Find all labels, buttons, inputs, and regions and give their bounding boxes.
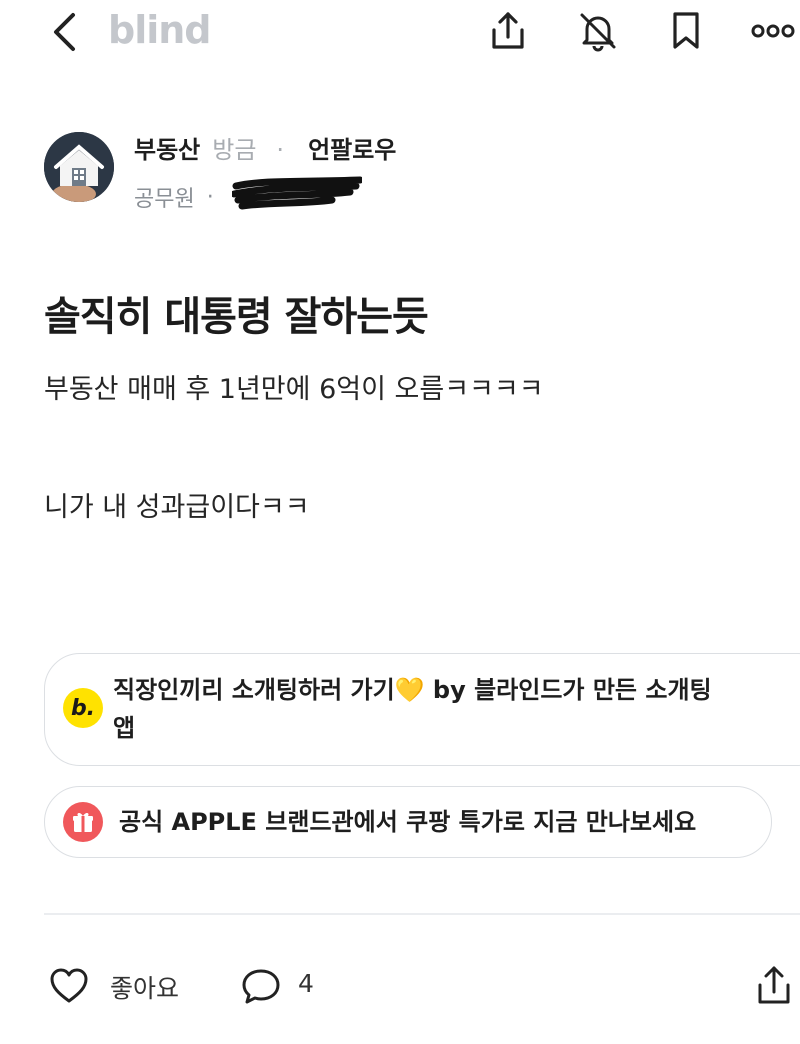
house-icon	[44, 132, 114, 202]
share-button-bottom[interactable]	[754, 964, 794, 1012]
comment-count: 4	[298, 969, 314, 998]
share-icon	[492, 12, 524, 49]
redacted-nickname	[230, 176, 364, 218]
promo-card-dating[interactable]: b. 직장인끼리 소개팅하러 가기💛 by 블라인드가 만든 소개팅앱	[44, 653, 800, 766]
bookmark-button[interactable]	[663, 8, 709, 54]
back-button[interactable]	[44, 10, 84, 54]
blind-dating-app-icon: b.	[63, 688, 103, 728]
promo-text: 공식 APPLE 브랜드관에서 쿠팡 특가로 지금 만나보세요	[119, 808, 697, 836]
avatar[interactable]	[44, 132, 114, 202]
unfollow-button[interactable]: 언팔로우	[308, 136, 396, 164]
back-arrow-icon	[54, 13, 75, 51]
like-label[interactable]: 좋아요	[110, 969, 179, 1005]
separator-dot: ·	[276, 136, 285, 164]
company-line: 공무원 ·	[134, 176, 364, 218]
more-button[interactable]	[750, 8, 796, 54]
divider	[44, 913, 800, 915]
author-info: 부동산 방금 · 언팔로우 공무원 ·	[44, 128, 764, 212]
author-line: 부동산 방금 · 언팔로우	[134, 130, 396, 165]
comment-button[interactable]	[240, 966, 282, 1010]
comment-icon	[242, 969, 280, 1004]
post-title: 솔직히 대통령 잘하는듯	[44, 294, 429, 340]
share-button[interactable]	[485, 8, 531, 54]
post-time: 방금	[212, 136, 257, 164]
post-body-line: 부동산 매매 후 1년만에 6억이 오름ㅋㅋㅋㅋ	[44, 374, 544, 405]
bell-off-icon	[580, 13, 616, 52]
more-icon	[751, 24, 795, 38]
heart-icon	[50, 968, 88, 1003]
app-logo: blind	[108, 8, 212, 52]
share-icon	[758, 966, 790, 1004]
separator-dot: ·	[206, 184, 214, 210]
top-bar: blind	[0, 0, 800, 64]
gift-icon	[63, 802, 103, 842]
like-button[interactable]	[48, 966, 90, 1010]
notification-toggle[interactable]	[575, 8, 621, 54]
company-name: 공무원	[134, 187, 195, 212]
promo-card-apple[interactable]: 공식 APPLE 브랜드관에서 쿠팡 특가로 지금 만나보세요	[44, 786, 772, 858]
board-name[interactable]: 부동산	[134, 136, 200, 164]
bookmark-icon	[673, 12, 699, 49]
post-body-line: 니가 내 성과급이다ㅋㅋ	[44, 492, 310, 523]
post-actions: 좋아요 4	[44, 960, 800, 1016]
promo-text: 직장인끼리 소개팅하러 가기💛 by 블라인드가 만든 소개팅앱	[113, 676, 712, 742]
